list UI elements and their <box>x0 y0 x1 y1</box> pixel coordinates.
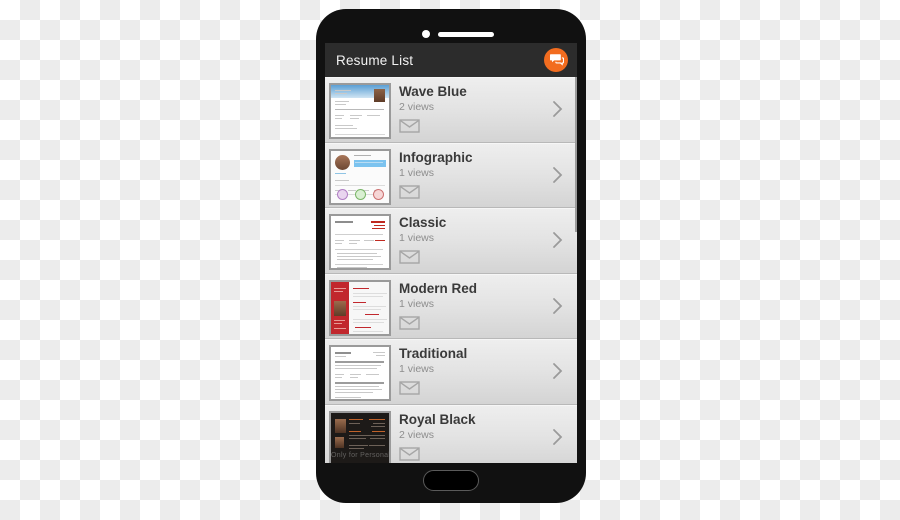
chat-button[interactable] <box>544 48 568 72</box>
list-item-body: Infographic 1 views <box>391 148 572 204</box>
chevron-right-icon[interactable] <box>552 362 564 380</box>
resume-thumb-modern-red <box>329 279 391 336</box>
list-item-views: 1 views <box>399 166 435 179</box>
list-item-title: Infographic <box>399 149 473 165</box>
envelope-icon[interactable] <box>399 250 420 264</box>
phone-frame: Resume List Wave Blue 2 views Infographi… <box>316 9 586 503</box>
list-item-title: Classic <box>399 215 447 230</box>
resume-thumb-traditional <box>329 345 391 401</box>
list-item[interactable]: Classic 1 views <box>325 208 577 274</box>
home-button[interactable] <box>423 470 479 491</box>
list-item-body: Royal Black 2 views <box>391 410 572 464</box>
envelope-icon[interactable] <box>399 315 420 330</box>
envelope-icon[interactable] <box>399 381 420 395</box>
camera-dot <box>422 30 430 38</box>
list-item-title: Modern Red <box>399 280 478 296</box>
list-item-title: Wave Blue <box>399 84 467 99</box>
resume-thumb-wave-blue <box>329 83 391 139</box>
thumb-watermark: Only for Personal <box>331 451 391 459</box>
list-item-views: 2 views <box>399 428 435 441</box>
chat-bubble-icon <box>549 54 564 66</box>
list-item-views: 1 views <box>399 363 435 375</box>
list-item-body: Classic 1 views <box>391 213 572 269</box>
chevron-right-icon[interactable] <box>552 231 564 249</box>
list-item[interactable]: Infographic 1 views <box>325 142 577 208</box>
phone-screen: Resume List Wave Blue 2 views Infographi… <box>325 43 577 463</box>
list-item[interactable]: Modern Red 1 views <box>325 273 577 339</box>
list-item-views: 1 views <box>399 297 435 310</box>
resume-thumb-royal-black: Only for Personal <box>329 410 391 463</box>
list-item-title: Traditional <box>399 346 468 361</box>
app-header: Resume List <box>325 43 577 77</box>
envelope-icon[interactable] <box>399 119 420 133</box>
list-item[interactable]: Only for Personal Royal Black 2 views <box>325 404 577 464</box>
resume-thumb-infographic <box>329 148 391 205</box>
list-item-body: Wave Blue 2 views <box>391 82 572 138</box>
chevron-right-icon[interactable] <box>552 428 564 446</box>
chevron-right-icon[interactable] <box>552 297 564 315</box>
list-item[interactable]: Traditional 1 views <box>325 339 577 405</box>
list-item-views: 2 views <box>399 101 435 113</box>
speaker-grill <box>438 31 494 37</box>
resume-thumb-classic <box>329 214 391 270</box>
list-item-body: Modern Red 1 views <box>391 279 572 335</box>
list-item-title: Royal Black <box>399 411 476 427</box>
envelope-icon[interactable] <box>399 184 420 199</box>
resume-list[interactable]: Wave Blue 2 views Infographic 1 views Cl… <box>325 77 577 463</box>
list-item-body: Traditional 1 views <box>391 344 572 400</box>
page-title: Resume List <box>336 52 414 68</box>
list-scrollbar[interactable] <box>575 77 577 232</box>
chevron-right-icon[interactable] <box>552 100 564 118</box>
list-item[interactable]: Wave Blue 2 views <box>325 77 577 143</box>
list-item-views: 1 views <box>399 232 435 244</box>
envelope-icon[interactable] <box>399 446 420 461</box>
chevron-right-icon[interactable] <box>552 166 564 184</box>
